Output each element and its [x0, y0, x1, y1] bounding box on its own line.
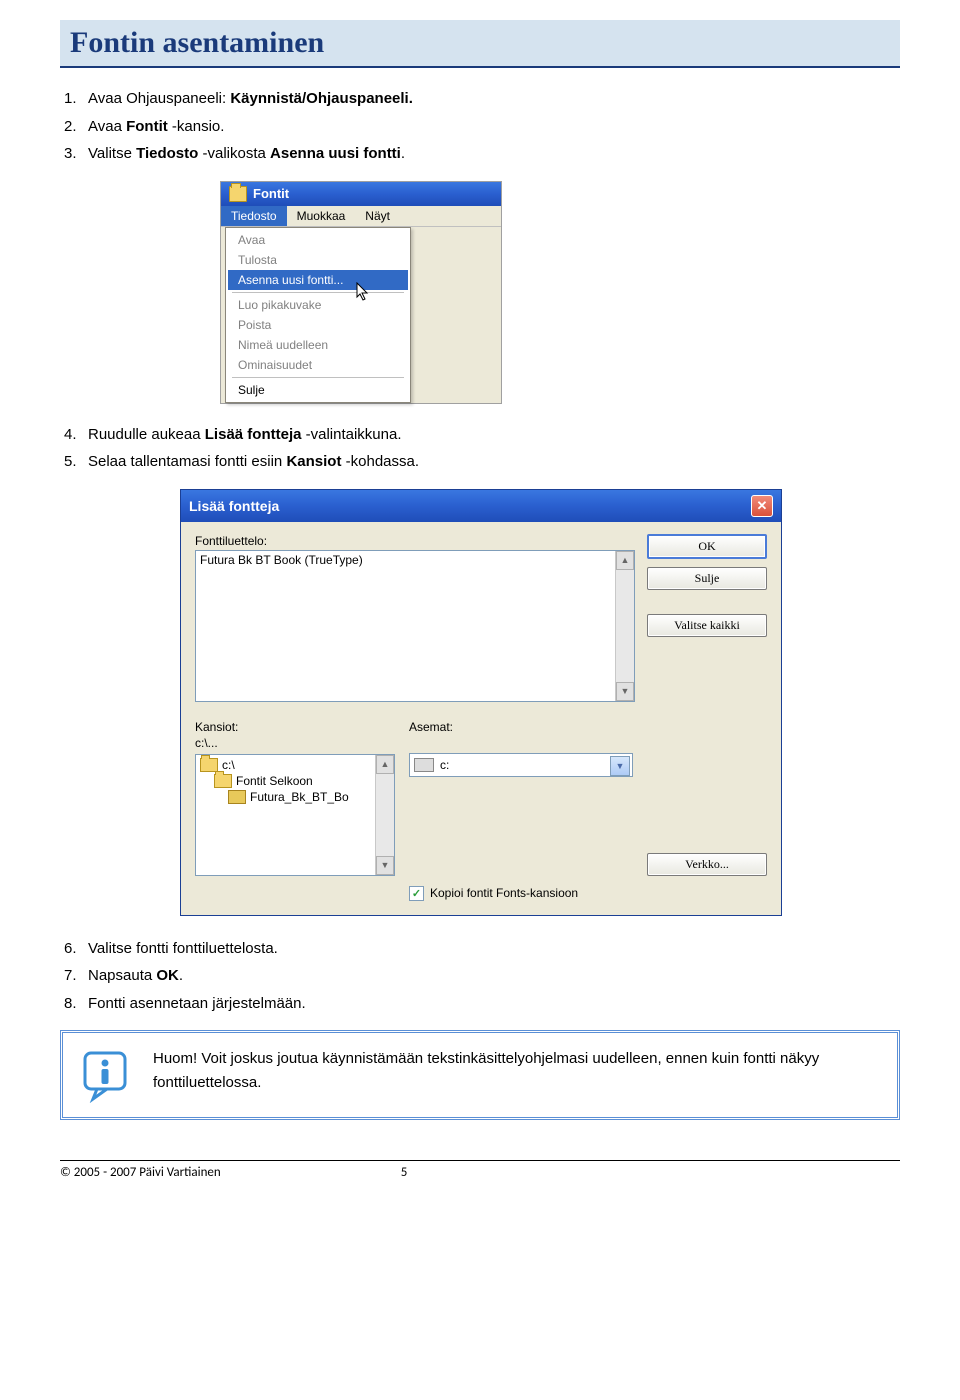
menu-separator	[232, 377, 404, 378]
folder-closed-icon	[228, 790, 246, 804]
ok-button[interactable]: OK	[647, 534, 767, 559]
info-icon	[79, 1047, 135, 1103]
sulje-button[interactable]: Sulje	[647, 567, 767, 590]
window-titlebar: Fontit	[221, 182, 501, 206]
folder-item[interactable]: c:\	[198, 757, 373, 773]
folder-tree[interactable]: c:\ Fontit Selkoon Futura_Bk_BT_Bo ▲ ▼	[195, 754, 395, 876]
valitse-kaikki-button[interactable]: Valitse kaikki	[647, 614, 767, 637]
screenshot-lisaa-fontteja-dialog: Lisää fontteja ✕ Fonttiluettelo: Futura …	[180, 489, 782, 916]
menubar: Tiedosto Muokkaa Näyt	[221, 206, 501, 227]
folder-item[interactable]: Fontit Selkoon	[198, 773, 373, 789]
info-text: Huom! Voit joskus joutua käynnistämään t…	[153, 1047, 881, 1095]
footer-copyright: © 2005 - 2007 Päivi Vartiainen	[60, 1165, 221, 1180]
step-1: 1.Avaa Ohjauspaneeli: Käynnistä/Ohjauspa…	[64, 86, 900, 112]
menu-item-poista[interactable]: Poista	[228, 315, 408, 335]
menu-item-asenna-uusi-fontti[interactable]: Asenna uusi fontti...	[228, 270, 408, 290]
folders-label: Kansiot:	[195, 720, 395, 734]
fontlist-listbox[interactable]: Futura Bk BT Book (TrueType) ▲ ▼	[195, 550, 635, 702]
drive-icon	[414, 758, 434, 772]
page-footer: © 2005 - 2007 Päivi Vartiainen 5	[60, 1160, 900, 1180]
scroll-down-icon[interactable]: ▼	[376, 856, 394, 875]
drive-selected: c:	[440, 758, 449, 772]
tiedosto-dropdown: Avaa Tulosta Asenna uusi fontti... Luo p…	[225, 227, 411, 403]
menu-item-tulosta[interactable]: Tulosta	[228, 250, 408, 270]
page-title: Fontin asentaminen	[70, 26, 890, 60]
step-7: 7.Napsauta OK.	[64, 963, 900, 989]
scroll-up-icon[interactable]: ▲	[616, 551, 634, 570]
folder-open-icon	[214, 774, 232, 788]
dialog-title-text: Lisää fontteja	[189, 498, 279, 514]
step-6: 6.Valitse fontti fonttiluettelosta.	[64, 936, 900, 962]
step-3: 3.Valitse Tiedosto -valikosta Asenna uus…	[64, 141, 900, 167]
dialog-titlebar: Lisää fontteja ✕	[181, 490, 781, 522]
step-5: 5.Selaa tallentamasi fontti esiin Kansio…	[64, 449, 900, 475]
footer-page-number: 5	[401, 1165, 408, 1180]
menu-item-sulje[interactable]: Sulje	[228, 380, 408, 400]
menu-nayta[interactable]: Näyt	[355, 206, 400, 226]
menu-item-ominaisuudet[interactable]: Ominaisuudet	[228, 355, 408, 375]
menu-separator	[232, 292, 404, 293]
menu-tiedosto[interactable]: Tiedosto	[221, 206, 287, 226]
scroll-up-icon[interactable]: ▲	[376, 755, 394, 774]
folder-icon	[229, 186, 247, 202]
screenshot-fontit-window: Fontit Tiedosto Muokkaa Näyt Avaa Tulost…	[220, 181, 502, 404]
instruction-block-2: 4.Ruudulle aukeaa Lisää fontteja -valint…	[60, 422, 900, 475]
fontlist-label: Fonttiluettelo:	[195, 534, 633, 548]
drives-label: Asemat:	[409, 720, 633, 734]
verkko-button[interactable]: Verkko...	[647, 853, 767, 876]
chevron-down-icon[interactable]: ▼	[610, 756, 630, 776]
fontlist-item[interactable]: Futura Bk BT Book (TrueType)	[200, 553, 611, 567]
instruction-block-1: 1.Avaa Ohjauspaneeli: Käynnistä/Ohjauspa…	[60, 86, 900, 167]
window-title-text: Fontit	[253, 186, 289, 201]
instruction-block-3: 6.Valitse fontti fonttiluettelosta. 7.Na…	[60, 936, 900, 1017]
scrollbar[interactable]: ▲ ▼	[375, 755, 394, 875]
copy-fonts-checkbox[interactable]: ✓	[409, 886, 424, 901]
info-callout: Huom! Voit joskus joutua käynnistämään t…	[60, 1030, 900, 1120]
step-8: 8.Fontti asennetaan järjestelmään.	[64, 991, 900, 1017]
folder-item[interactable]: Futura_Bk_BT_Bo	[198, 789, 373, 805]
menu-item-avaa[interactable]: Avaa	[228, 230, 408, 250]
step-2: 2.Avaa Fontit -kansio.	[64, 114, 900, 140]
menu-item-nimea-uudelleen[interactable]: Nimeä uudelleen	[228, 335, 408, 355]
scroll-down-icon[interactable]: ▼	[616, 682, 634, 701]
drives-dropdown[interactable]: c: ▼	[409, 753, 633, 777]
page-title-bar: Fontin asentaminen	[60, 20, 900, 68]
scrollbar[interactable]: ▲ ▼	[615, 551, 634, 701]
step-4: 4.Ruudulle aukeaa Lisää fontteja -valint…	[64, 422, 900, 448]
close-button[interactable]: ✕	[751, 495, 773, 517]
folder-open-icon	[200, 758, 218, 772]
menu-muokkaa[interactable]: Muokkaa	[287, 206, 356, 226]
menu-item-luo-pikakuvake[interactable]: Luo pikakuvake	[228, 295, 408, 315]
copy-fonts-label: Kopioi fontit Fonts-kansioon	[430, 886, 578, 900]
folders-path: c:\...	[195, 736, 395, 750]
